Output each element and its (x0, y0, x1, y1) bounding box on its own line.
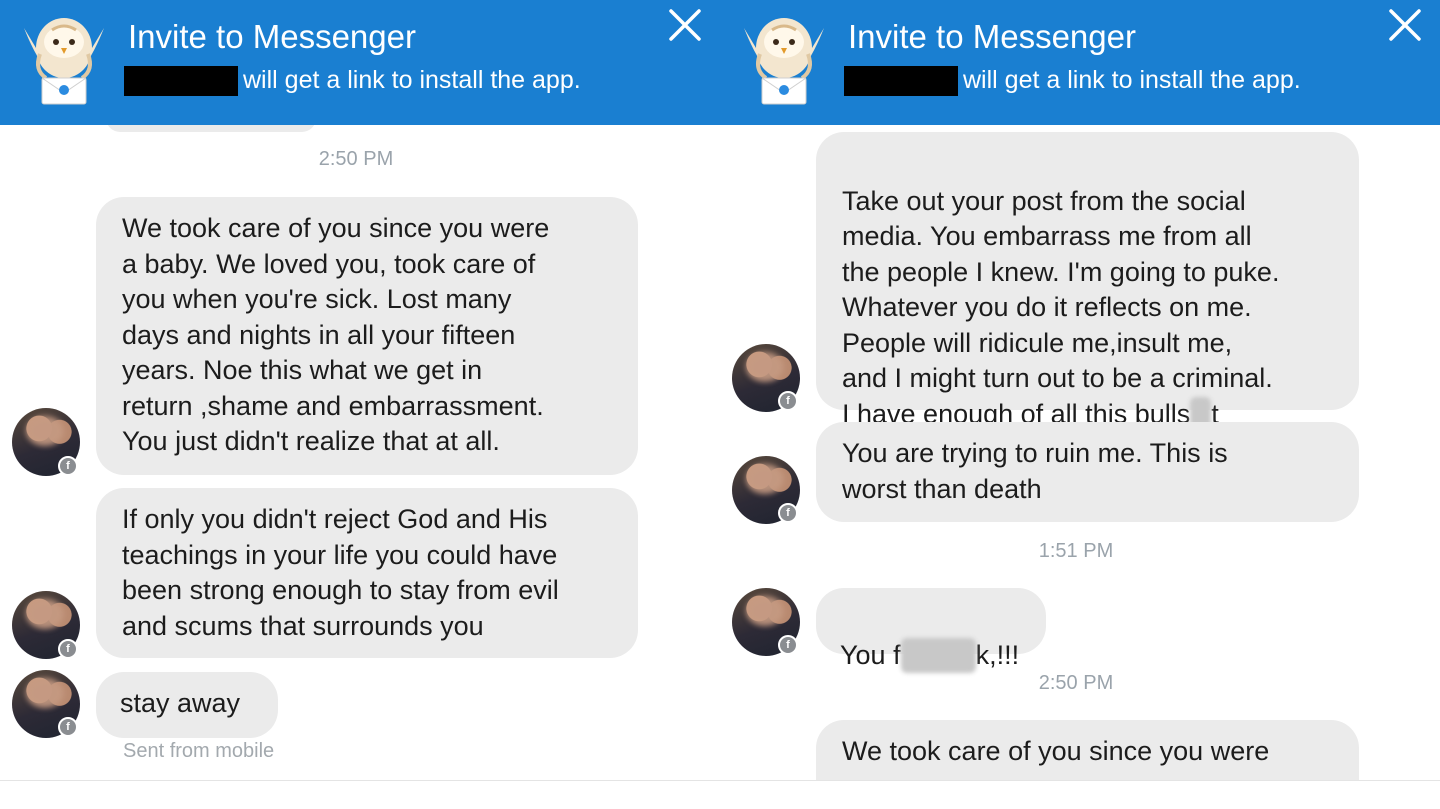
timestamp: 1:51 PM (1038, 540, 1114, 562)
timestamp: 2:50 PM (318, 148, 394, 170)
invite-banner: Invite to Messenger will get a link to i… (0, 0, 720, 125)
owl-mascot-icon (744, 18, 824, 105)
banner-subtitle: will get a link to install the app. (963, 66, 1301, 94)
conversation-left: Invite to Messenger will get a link to i… (0, 0, 720, 780)
facebook-badge-icon: f (58, 456, 78, 476)
banner-title: Invite to Messenger (128, 18, 416, 55)
redacted-name (124, 66, 238, 96)
message-bubble[interactable]: If only you didn't reject God and His te… (96, 488, 638, 658)
close-icon[interactable] (664, 4, 706, 46)
message-bubble[interactable]: You are trying to ruin me. This is worst… (816, 422, 1359, 522)
banner-subtitle: will get a link to install the app. (243, 66, 581, 94)
sent-from-label: Sent from mobile (123, 740, 275, 762)
conversation-right: Invite to Messenger will get a link to i… (720, 0, 1440, 780)
facebook-badge-icon: f (778, 503, 798, 523)
message-text: Take out your post from the social media… (842, 185, 1280, 394)
message-bubble[interactable]: You fuuuuuk,!!! (816, 588, 1046, 673)
invite-banner: Invite to Messenger will get a link to i… (720, 0, 1440, 125)
owl-mascot-icon (24, 18, 104, 105)
message-bubble[interactable]: We took care of you since you were a bab… (96, 197, 638, 475)
redacted-name (844, 66, 958, 96)
message-text: k,!!! (975, 639, 1020, 670)
banner-title: Invite to Messenger (848, 18, 1136, 55)
message-bubble[interactable]: We took care of you since you were (816, 720, 1359, 780)
close-icon[interactable] (1384, 4, 1426, 46)
censor-blur: uuuuu (900, 637, 976, 673)
facebook-badge-icon: f (58, 717, 78, 737)
message-bubble[interactable]: Take out your post from the social media… (816, 132, 1359, 432)
facebook-badge-icon: f (778, 391, 798, 411)
facebook-badge-icon: f (778, 635, 798, 655)
divider (0, 780, 1440, 781)
message-bubble[interactable]: stay away (96, 672, 278, 738)
message-text: You f (840, 639, 901, 670)
facebook-badge-icon: f (58, 639, 78, 659)
timestamp: 2:50 PM (1038, 672, 1114, 694)
